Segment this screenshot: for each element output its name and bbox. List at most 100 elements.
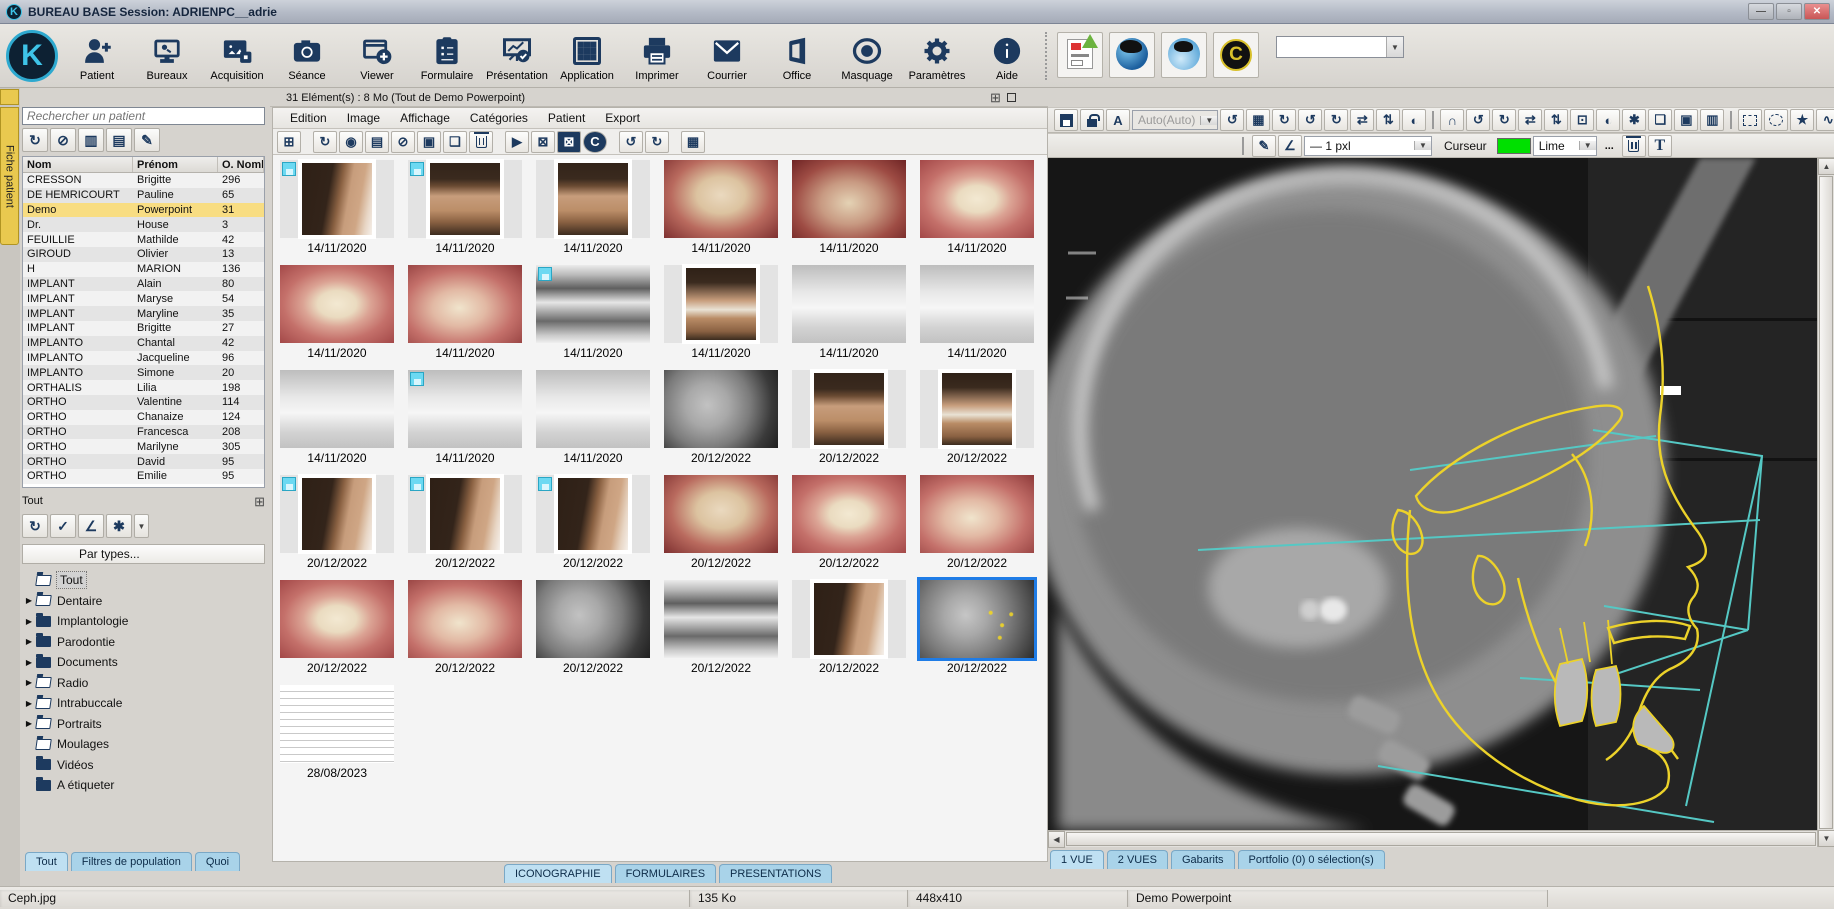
column-header[interactable]: O. Nomb — [218, 157, 264, 172]
patient-row[interactable]: ORTHO Francesca 208 — [23, 424, 264, 440]
zoom-mode-combobox[interactable]: Auto(Auto) ▼ — [1132, 110, 1219, 130]
patient-row[interactable]: IMPLANTO Chantal 42 — [23, 335, 264, 351]
thumbnail-item[interactable]: 14/11/2020 — [277, 370, 397, 465]
menu-edition[interactable]: Edition — [281, 109, 336, 127]
thumbnail-item[interactable]: 14/11/2020 — [789, 265, 909, 360]
refresh-icon[interactable]: ↻ — [22, 514, 48, 538]
record-icon[interactable]: ◉ — [339, 130, 363, 153]
patient-row[interactable]: ORTHO David 95 — [23, 454, 264, 469]
refresh-icon[interactable]: ↻ — [22, 128, 48, 152]
thumbnail-image-portrait-front[interactable] — [408, 160, 522, 238]
expand-arrow-icon[interactable]: ▶ — [22, 637, 36, 646]
thumbnail-image-portrait-profile[interactable] — [280, 160, 394, 238]
toolbar-button-acquisition[interactable]: Acquisition — [202, 26, 272, 86]
thumbnail-item[interactable]: 20/12/2022 — [917, 577, 1037, 675]
patient-row[interactable]: Dr. House 3 — [23, 217, 264, 233]
thumbnail-image-teeth-side[interactable] — [408, 265, 522, 343]
expand-arrow-icon[interactable]: ▶ — [22, 719, 36, 728]
fiche-patient-tab[interactable]: Fiche patient — [0, 107, 19, 245]
thumbnail-item[interactable]: 20/12/2022 — [277, 580, 397, 675]
patient-row[interactable]: ORTHALIS Lilia 198 — [23, 380, 264, 395]
thumbnail-item[interactable]: 14/11/2020 — [277, 265, 397, 360]
thumbnail-image-model-front[interactable] — [920, 265, 1034, 343]
tree-item-tout[interactable]: Tout — [22, 570, 265, 591]
thumbnail-image-portrait-smile[interactable] — [920, 370, 1034, 448]
thumbnail-image-occlusal[interactable] — [664, 160, 778, 238]
patient-row[interactable]: ORTHO Chanaize 124 — [23, 409, 264, 425]
scroll-up-icon[interactable]: ▲ — [1818, 158, 1834, 175]
tree-item-dentaire[interactable]: ▶ Dentaire — [22, 591, 265, 612]
menu-categories[interactable]: Catégories — [461, 109, 537, 127]
vertical-scrollbar[interactable]: ▲ ▼ — [1817, 158, 1834, 847]
toolbar-button-office[interactable]: Office — [762, 26, 832, 86]
column-header[interactable]: Prénom — [133, 157, 218, 172]
thumbnail-item[interactable]: 20/12/2022 — [789, 370, 909, 465]
toolbar-button-presentation[interactable]: Présentation — [482, 26, 552, 86]
thumbnail-item[interactable]: 14/11/2020 — [789, 160, 909, 255]
flip-vertical-icon[interactable]: ⇅ — [1544, 109, 1569, 131]
thumbnail-item[interactable]: 14/11/2020 — [661, 160, 781, 255]
folders-icon[interactable]: ▥ — [78, 128, 104, 152]
tab-quoi[interactable]: Quoi — [194, 852, 241, 871]
tab-portfolio-0-0-se-lection-s-[interactable]: Portfolio (0) 0 sélection(s) — [1237, 850, 1385, 869]
lasso-icon[interactable]: ∿ — [1816, 109, 1834, 131]
thumbnail-image-model-front[interactable] — [280, 370, 394, 448]
tab-formulaires[interactable]: FORMULAIRES — [614, 864, 717, 883]
thumbnail-item[interactable]: 20/12/2022 — [917, 370, 1037, 465]
tree-item-intrabuccale[interactable]: ▶ Intrabuccale — [22, 693, 265, 714]
thumbnail-item[interactable]: 20/12/2022 — [405, 475, 525, 570]
toolbar-button-masquage[interactable]: Masquage — [832, 26, 902, 86]
rotate-left-icon[interactable]: ↺ — [619, 130, 643, 153]
patient-row[interactable]: IMPLANTO Jacqueline 96 — [23, 350, 264, 366]
menu-patient[interactable]: Patient — [539, 109, 594, 127]
toolbar-button-application[interactable]: Application — [552, 26, 622, 86]
star-select-icon[interactable]: ★ — [1790, 109, 1815, 131]
menu-affichage[interactable]: Affichage — [391, 109, 459, 127]
check-circle-icon[interactable]: ⊘ — [391, 130, 415, 153]
thumbnail-item[interactable]: 20/12/2022 — [661, 475, 781, 570]
toolbar-button-imprimer[interactable]: Imprimer — [622, 26, 692, 86]
image-position-icon[interactable]: ▣ — [1674, 109, 1699, 131]
rotate-left-icon[interactable]: ↺ — [1298, 109, 1323, 131]
tab-2-vues[interactable]: 2 VUES — [1106, 850, 1168, 869]
rotate-right-icon[interactable]: ↻ — [1492, 109, 1517, 131]
rotate-right-icon[interactable]: ↻ — [1324, 109, 1349, 131]
tree-item-radio[interactable]: ▶ Radio — [22, 673, 265, 694]
chevron-down-icon[interactable]: ▼ — [1414, 141, 1431, 150]
patient-row[interactable]: FEUILLIE Mathilde 42 — [23, 232, 264, 247]
patient-row[interactable]: H MARION 136 — [23, 261, 264, 277]
xray-viewer[interactable] — [1048, 158, 1817, 830]
thumbnail-image-model-front[interactable] — [408, 370, 522, 448]
cursor-color-swatch[interactable] — [1496, 137, 1531, 154]
scrollbar-thumb[interactable] — [1819, 176, 1833, 829]
expand-arrow-icon[interactable]: ▶ — [22, 658, 36, 667]
thumbnail-image-portrait-smile[interactable] — [664, 265, 778, 343]
tiles-icon[interactable]: ⊞ — [277, 130, 301, 153]
thumbnail-image-occlusal[interactable] — [664, 475, 778, 553]
grid-layout-icon[interactable]: ⊞ — [254, 495, 265, 508]
column-header[interactable]: Nom — [23, 157, 133, 172]
menu-image[interactable]: Image — [338, 109, 389, 127]
cursor-color-combobox[interactable]: Lime ▼ — [1532, 135, 1597, 156]
copy-icon[interactable]: ▣ — [417, 130, 441, 153]
protractor-icon[interactable]: ∠ — [1278, 134, 1302, 157]
c-badge-icon[interactable]: C — [583, 130, 607, 153]
patient-table-header[interactable]: Nom Prénom O. Nomb — [23, 157, 264, 173]
thumbnail-image-portrait-profile[interactable] — [408, 475, 522, 553]
toolbar-button-bureaux[interactable]: Bureaux — [132, 26, 202, 86]
flip-vertical-icon[interactable]: ⇅ — [1376, 109, 1401, 131]
scrollbar-thumb[interactable] — [1066, 832, 1816, 846]
thumbnail-image-teeth-side[interactable] — [920, 475, 1034, 553]
mail-close-icon[interactable]: ⊠ — [531, 130, 555, 153]
thumbnail-item[interactable]: 20/12/2022 — [277, 475, 397, 570]
save-icon[interactable] — [1054, 109, 1078, 131]
toolbar-button-parametres[interactable]: Paramètres — [902, 26, 972, 86]
tab-presentations[interactable]: PRESENTATIONS — [719, 864, 833, 883]
export-csv-icon[interactable]: ✎ — [134, 128, 160, 152]
thumbnail-image-portrait-profile[interactable] — [280, 475, 394, 553]
tree-item-videos[interactable]: Vidéos — [22, 755, 265, 776]
patient-filter-icon[interactable]: ✓ — [50, 514, 76, 538]
pencil-icon[interactable]: ✎ — [1252, 134, 1276, 157]
scroll-down-icon[interactable]: ▼ — [1818, 830, 1834, 847]
thumbnail-item[interactable]: 20/12/2022 — [789, 475, 909, 570]
